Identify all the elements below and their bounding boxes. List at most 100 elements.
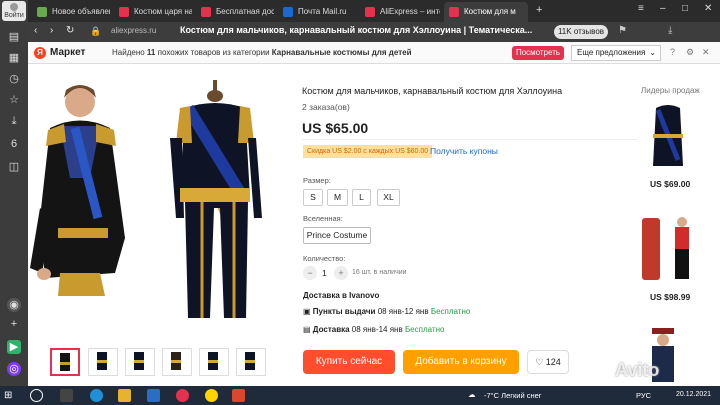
history-icon[interactable]: ◷ xyxy=(7,72,21,86)
address-bar[interactable]: ‹ › ↻ 🔒 aliexpress.ru Костюм для мальчик… xyxy=(28,22,720,42)
weather-icon: ☁ xyxy=(468,390,476,399)
taskbar: ⊞ ☁ -7°C Легкий снег РУС 20.12.2021 xyxy=(0,386,720,405)
alice-icon[interactable]: ◎ xyxy=(7,362,21,376)
thumbnail-3[interactable] xyxy=(125,348,155,376)
yandex-app-icon[interactable] xyxy=(205,389,218,402)
add-to-cart-button[interactable]: Добавить в корзину xyxy=(403,350,519,374)
leader-item-2-image[interactable] xyxy=(638,212,698,284)
mail-app-icon[interactable] xyxy=(147,389,160,402)
thumbnail-4[interactable] xyxy=(162,348,192,376)
menu-icon[interactable]: ≡ xyxy=(638,3,644,14)
see-button[interactable]: Посмотреть xyxy=(512,46,564,60)
mail-icon xyxy=(283,7,293,17)
tab-1[interactable]: Костюм царя на xyxy=(114,2,192,22)
courier-price: Бесплатно xyxy=(404,325,445,334)
edge-icon[interactable] xyxy=(90,389,103,402)
maximize-icon[interactable]: □ xyxy=(682,3,688,14)
downloads-icon[interactable]: ⤓ xyxy=(7,114,21,128)
size-option-m[interactable]: M xyxy=(327,189,348,206)
coupon-badge: Скидка US $2.00 с каждых US $60.00 xyxy=(303,145,433,158)
quantity-value[interactable]: 1 xyxy=(322,268,327,278)
tab-strip: Новое объявлен Костюм царя на Бесплатная… xyxy=(28,0,720,22)
close-bar-icon[interactable]: ✕ xyxy=(702,47,710,58)
quantity-increase-button[interactable]: + xyxy=(334,266,348,280)
back-icon[interactable]: ‹ xyxy=(34,25,37,36)
get-coupons-link[interactable]: Получить купоны xyxy=(430,146,498,156)
settings-icon[interactable]: ⚙ xyxy=(686,47,694,58)
leader-item-1-image[interactable] xyxy=(638,100,698,172)
reviews-badge[interactable]: 11K отзывов xyxy=(554,25,608,39)
minimize-icon[interactable]: – xyxy=(660,3,666,14)
market-brand: Маркет xyxy=(50,47,86,58)
favorites-icon[interactable]: ☆ xyxy=(7,93,21,107)
offers-select[interactable]: Еще предложения ⌄ xyxy=(571,45,661,61)
explorer-icon[interactable] xyxy=(118,389,131,402)
yandex-browser-icon[interactable] xyxy=(176,389,189,402)
thumbnail-1[interactable] xyxy=(50,348,80,376)
windows-start-icon[interactable]: ⊞ xyxy=(4,389,17,402)
product-gallery[interactable] xyxy=(30,68,280,338)
new-tab-icon[interactable]: + xyxy=(536,4,542,16)
collections-icon[interactable]: ▤ xyxy=(7,30,21,44)
thumbnail-2[interactable] xyxy=(88,348,118,376)
downloads-bar-icon[interactable]: ⤓ xyxy=(668,25,672,36)
profile-label: Войти xyxy=(4,12,24,19)
add-panel-icon[interactable]: + xyxy=(7,317,21,331)
size-option-s[interactable]: S xyxy=(303,189,323,206)
stock-text: 16 шт. в наличии xyxy=(352,269,407,276)
reviews-label: 11K отзывов xyxy=(557,27,605,36)
url-host[interactable]: aliexpress.ru xyxy=(111,26,156,35)
weather-text[interactable]: -7°C Легкий снег xyxy=(484,391,542,400)
taskbar-app-icon[interactable] xyxy=(232,389,245,402)
thumbnail-6[interactable] xyxy=(236,348,266,376)
similar-items-text: Найдено 11 похожих товаров из категории … xyxy=(112,48,411,57)
buy-now-button[interactable]: Купить сейчас xyxy=(303,350,395,374)
tab-label: AliExpress – инте xyxy=(380,7,440,16)
help-icon[interactable]: ? xyxy=(670,47,675,57)
tab-0[interactable]: Новое объявлен xyxy=(32,2,110,22)
tab-2[interactable]: Бесплатная дост xyxy=(196,2,274,22)
found-prefix: Найдено xyxy=(112,48,145,57)
grid-icon[interactable]: ▦ xyxy=(7,51,21,65)
pickup-price: Бесплатно xyxy=(430,307,471,316)
messenger-icon[interactable]: ▶ xyxy=(7,340,21,354)
search-icon[interactable] xyxy=(30,389,43,402)
profile-button[interactable]: Войти xyxy=(2,1,26,21)
leaders-title: Лидеры продаж xyxy=(641,86,700,95)
courier-dates: 08 янв-14 янв xyxy=(351,325,403,334)
product-image xyxy=(30,80,262,318)
language-indicator[interactable]: РУС xyxy=(636,391,651,400)
thumbnail-5[interactable] xyxy=(199,348,229,376)
extension-icon[interactable]: ◉ xyxy=(7,298,21,312)
tab-5-active[interactable]: Костюм для м xyxy=(444,2,528,22)
bar-controls: ? ⚙ ✕ xyxy=(670,47,718,59)
size-option-xl[interactable]: XL xyxy=(377,189,400,206)
pickup-dates: 08 янв-12 янв xyxy=(377,307,429,316)
close-icon[interactable]: ✕ xyxy=(704,3,712,14)
tab-label: Новое объявлен xyxy=(52,7,110,16)
tab-4[interactable]: AliExpress – инте xyxy=(360,2,440,22)
chevron-down-icon: ⌄ xyxy=(649,48,656,57)
tab-counter-icon[interactable]: 6 xyxy=(7,137,21,151)
orders-count: 2 заказа(ов) xyxy=(302,102,350,112)
truck-icon: ▤ xyxy=(303,325,311,334)
tab-3[interactable]: Почта Mail.ru xyxy=(278,2,356,22)
divider xyxy=(302,139,637,140)
pickup-row: ▣ Пункты выдачи 08 янв-12 янв Бесплатно xyxy=(303,307,470,316)
size-option-l[interactable]: L xyxy=(352,189,371,206)
task-view-icon[interactable] xyxy=(60,389,73,402)
quantity-decrease-button[interactable]: − xyxy=(303,266,317,280)
bookmark-icon[interactable]: ⚑ xyxy=(618,25,627,36)
wish-count: 124 xyxy=(545,357,561,367)
screenshot-icon[interactable]: ◫ xyxy=(7,160,21,174)
yandex-market-bar: Я Маркет Найдено 11 похожих товаров из к… xyxy=(28,42,720,64)
logo-letter: Я xyxy=(37,48,43,57)
forward-icon[interactable]: › xyxy=(50,25,53,36)
site-icon xyxy=(201,7,211,17)
tab-label: Костюм для м xyxy=(464,7,516,16)
reload-icon[interactable]: ↻ xyxy=(66,25,74,36)
wishlist-button[interactable]: ♡ 124 xyxy=(527,350,569,374)
clock-date[interactable]: 20.12.2021 xyxy=(676,391,711,398)
quantity-label: Количество: xyxy=(303,254,346,263)
universe-option-prince[interactable]: Prince Costume xyxy=(303,227,371,244)
